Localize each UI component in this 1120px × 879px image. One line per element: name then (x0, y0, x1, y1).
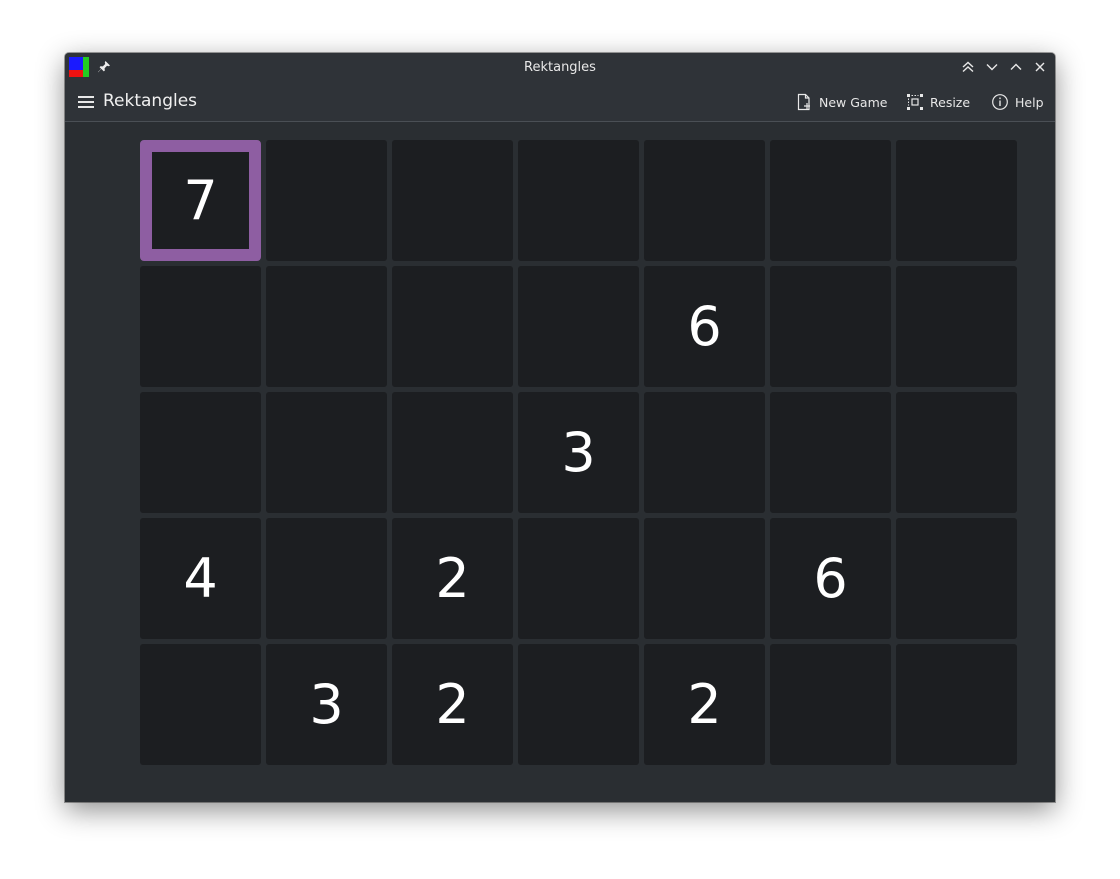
double-chevron-up-icon (962, 61, 974, 73)
board-cell-r4-c4[interactable]: 2 (644, 644, 765, 765)
board-cell-r2-c1[interactable] (266, 392, 387, 513)
app-window: Rektangles Rektangles New Game Resize He… (65, 53, 1055, 802)
board-cell-r2-c5[interactable] (770, 392, 891, 513)
hamburger-menu-icon[interactable] (77, 93, 95, 111)
board-cell-r1-c0[interactable] (140, 266, 261, 387)
board-cell-r4-c5[interactable] (770, 644, 891, 765)
resize-button[interactable]: Resize (906, 90, 970, 114)
board-cell-r2-c3[interactable]: 3 (518, 392, 639, 513)
title-bar[interactable]: Rektangles (65, 53, 1055, 82)
toolbar: Rektangles New Game Resize Help (65, 82, 1055, 122)
board-cell-r4-c3[interactable] (518, 644, 639, 765)
board-cell-r2-c4[interactable] (644, 392, 765, 513)
board-cell-r2-c6[interactable] (896, 392, 1017, 513)
board-cell-r3-c6[interactable] (896, 518, 1017, 639)
board-cell-r1-c5[interactable] (770, 266, 891, 387)
board-cell-r4-c0[interactable] (140, 644, 261, 765)
resize-label: Resize (930, 94, 971, 110)
game-board: 763426322 (140, 140, 1017, 765)
info-icon (992, 94, 1008, 110)
board-cell-r4-c1[interactable]: 3 (266, 644, 387, 765)
board-cell-r0-c1[interactable] (266, 140, 387, 261)
board-cell-r0-c5[interactable] (770, 140, 891, 261)
board-cell-r3-c2[interactable]: 2 (392, 518, 513, 639)
board-cell-r0-c0[interactable]: 7 (140, 140, 261, 261)
new-document-icon (797, 93, 810, 111)
board-cell-r1-c4[interactable]: 6 (644, 266, 765, 387)
board-cell-r3-c0[interactable]: 4 (140, 518, 261, 639)
close-icon (1035, 62, 1045, 72)
chevron-down-icon (986, 64, 998, 71)
board-cell-r0-c4[interactable] (644, 140, 765, 261)
board-cell-r2-c2[interactable] (392, 392, 513, 513)
board-cell-r4-c2[interactable]: 2 (392, 644, 513, 765)
help-button[interactable]: Help (991, 90, 1044, 114)
board-cell-r1-c6[interactable] (896, 266, 1017, 387)
close-button[interactable] (1031, 58, 1049, 76)
resize-icon (907, 94, 923, 110)
board-cell-r0-c3[interactable] (518, 140, 639, 261)
new-game-label: New Game (819, 94, 888, 110)
maximize-button[interactable] (1007, 58, 1025, 76)
board-cell-r1-c2[interactable] (392, 266, 513, 387)
board-cell-r3-c4[interactable] (644, 518, 765, 639)
board-cell-r3-c1[interactable] (266, 518, 387, 639)
board-cell-r3-c5[interactable]: 6 (770, 518, 891, 639)
board-cell-r0-c6[interactable] (896, 140, 1017, 261)
board-cell-r3-c3[interactable] (518, 518, 639, 639)
new-game-button[interactable]: New Game (795, 90, 887, 114)
chevron-up-icon (1010, 63, 1022, 70)
keep-above-button[interactable] (959, 58, 977, 76)
board-cell-r1-c1[interactable] (266, 266, 387, 387)
app-heading: Rektangles (103, 91, 198, 111)
board-cell-r1-c3[interactable] (518, 266, 639, 387)
minimize-button[interactable] (983, 58, 1001, 76)
board-cell-r0-c2[interactable] (392, 140, 513, 261)
board-cell-r2-c0[interactable] (140, 392, 261, 513)
board-cell-r4-c6[interactable] (896, 644, 1017, 765)
help-label: Help (1015, 94, 1044, 110)
window-title: Rektangles (524, 60, 596, 75)
